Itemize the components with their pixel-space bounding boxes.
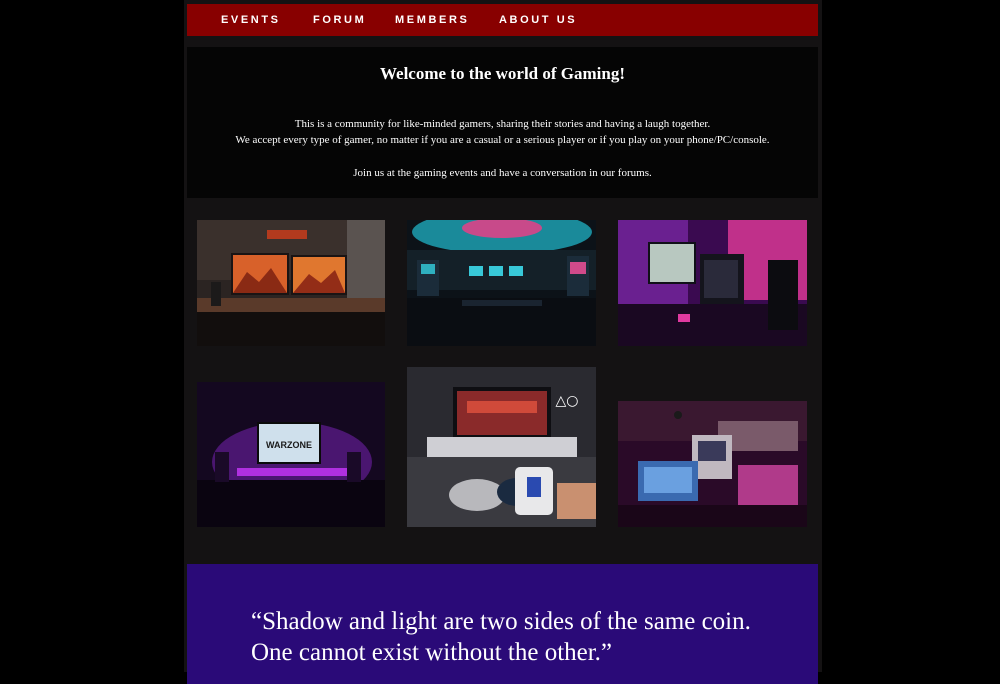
nav-forum-link[interactable]: FORUM [313,14,366,26]
gallery-image-3[interactable] [618,220,807,346]
page-container: EVENTS FORUM MEMBERS ABOUT US Welcome to… [184,0,822,684]
quote-text: “Shadow and light are two sides of the s… [251,608,751,666]
gallery-image-6[interactable] [618,401,807,527]
svg-text:△○: △○ [556,393,579,409]
gallery-image-1[interactable] [197,220,385,346]
nav-members-link[interactable]: MEMBERS [395,14,469,26]
welcome-text-line-2: We accept every type of gamer, no matter… [235,134,770,146]
quote-section: “Shadow and light are two sides of the s… [187,564,818,684]
svg-text:WARZONE: WARZONE [266,440,312,450]
gallery-image-2[interactable] [407,220,596,346]
nav-about-us-link[interactable]: ABOUT US [499,14,577,26]
welcome-text-line-3: Join us at the gaming events and have a … [353,167,652,179]
gallery-image-4[interactable]: WARZONE [197,382,385,527]
main-nav: EVENTS FORUM MEMBERS ABOUT US [187,4,818,36]
welcome-text-line-1: This is a community for like-minded game… [294,118,711,130]
welcome-section: Welcome to the world of Gaming! This is … [187,47,818,198]
welcome-title: Welcome to the world of Gaming! [379,64,626,83]
gallery-image-5[interactable]: △○ [407,367,596,527]
nav-events-link[interactable]: EVENTS [221,14,281,26]
